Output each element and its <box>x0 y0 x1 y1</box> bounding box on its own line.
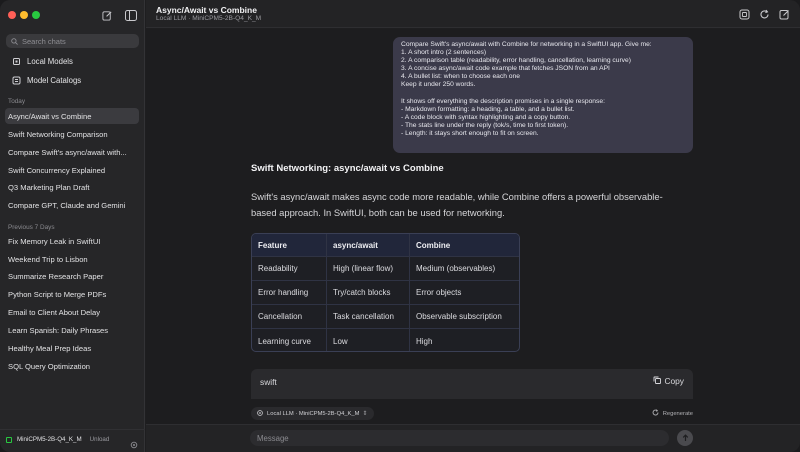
table-cell: Medium (observables) <box>416 264 496 273</box>
user-message-line: 1. A short intro (2 sentences) <box>401 49 487 57</box>
response-heading: Swift Networking: async/await vs Combine <box>251 163 444 174</box>
chat-item[interactable]: Email to Client About Delay <box>5 304 139 320</box>
message-input[interactable] <box>250 430 669 446</box>
unload-button[interactable]: Unload <box>90 436 110 443</box>
chat-item[interactable]: Swift Networking Comparison <box>5 126 139 142</box>
nav-label: Local Models <box>27 57 73 66</box>
chat-title: Async/Await vs Combine <box>156 5 257 15</box>
table-cell: Learning curve <box>252 329 327 351</box>
nav-local-models[interactable]: Local Models <box>12 57 73 66</box>
table-header-row: Feature async/await Combine <box>252 234 519 257</box>
table-cell: High (linear flow) <box>327 257 410 280</box>
model-selector[interactable]: Local LLM · MiniCPM5-2B-Q4_K_M ⇕ <box>251 407 374 420</box>
gear-icon[interactable] <box>130 436 138 452</box>
model-status-bar: MiniCPM5-2B-Q4_K_M Unload <box>0 429 145 449</box>
user-message-line: 2. A comparison table (readability, erro… <box>401 57 631 65</box>
app-window: Search chats Local Models Model Catalogs… <box>0 0 800 452</box>
user-message-line: It shows off everything the description … <box>401 97 605 105</box>
composer-bar <box>146 424 800 452</box>
chat-item[interactable]: Fix Memory Leak in SwiftUI <box>5 233 139 249</box>
section-label-today: Today <box>8 98 26 105</box>
chat-item[interactable]: Healthy Meal Prep Ideas <box>5 340 139 356</box>
table-cell: Observable subscription <box>416 312 502 321</box>
chat-item[interactable]: Async/Await vs Combine <box>5 108 139 124</box>
section-label-previous-7-days: Previous 7 Days <box>8 224 55 231</box>
chip-icon <box>12 57 21 66</box>
user-message-line: 3. A concise async/await code example th… <box>401 65 610 73</box>
copy-label: Copy <box>664 376 684 386</box>
chat-item[interactable]: Compare GPT, Claude and Gemini <box>5 197 139 213</box>
sidebar: Search chats Local Models Model Catalogs… <box>0 0 145 452</box>
table-row: Error handling Try/catch blocks Error ob… <box>252 281 519 305</box>
regenerate-label: Regenerate <box>662 410 693 417</box>
code-block: swift Copy <box>251 369 693 399</box>
search-icon <box>11 32 18 50</box>
chat-item[interactable]: SQL Query Optimization <box>5 358 139 374</box>
chat-header: Async/Await vs Combine Local LLM · MiniC… <box>146 0 800 28</box>
chat-item[interactable]: Compare Swift's async/await with... <box>5 144 139 160</box>
table-cell: Error handling <box>252 281 327 304</box>
chevron-updown-icon: ⇕ <box>362 411 368 417</box>
search-box[interactable]: Search chats <box>6 34 139 48</box>
table-cell: Readability <box>252 257 327 280</box>
table-row: Readability High (linear flow) Medium (o… <box>252 257 519 281</box>
compose-icon[interactable] <box>778 8 790 20</box>
refresh-icon[interactable] <box>758 8 770 20</box>
arrow-up-icon <box>682 434 688 441</box>
table-cell: Try/catch blocks <box>327 281 410 304</box>
user-message-line: - A code block with syntax highlighting … <box>401 113 571 121</box>
chat-item[interactable]: Summarize Research Paper <box>5 268 139 284</box>
nav-model-catalogs[interactable]: Model Catalogs <box>12 76 81 85</box>
user-message-line: - The stats line under the reply (tok/s,… <box>401 121 569 129</box>
chat-item[interactable]: Swift Concurrency Explained <box>5 162 139 178</box>
loaded-model-name: MiniCPM5-2B-Q4_K_M <box>17 436 82 443</box>
table-cell: Low <box>327 329 410 351</box>
nav-label: Model Catalogs <box>27 76 82 85</box>
user-message-line: - Markdown formatting: a heading, a tabl… <box>401 105 575 113</box>
user-message-line: - Length: it stays short enough to fit o… <box>401 130 539 138</box>
close-window-button[interactable] <box>8 11 16 19</box>
comparison-table: Feature async/await Combine Readability … <box>251 233 520 352</box>
table-header-cell: Combine <box>416 240 451 250</box>
table-cell: Error objects <box>416 288 462 297</box>
zoom-window-button[interactable] <box>32 11 40 19</box>
table-cell: Task cancellation <box>327 305 410 328</box>
copy-button[interactable]: Copy <box>653 376 684 386</box>
regenerate-button[interactable]: Regenerate <box>652 409 693 418</box>
send-button[interactable] <box>677 430 693 446</box>
table-cell: High <box>416 336 433 346</box>
table-header-cell: async/await <box>327 234 410 256</box>
regenerate-icon <box>652 409 659 418</box>
response-meta-bar: Local LLM · MiniCPM5-2B-Q4_K_M ⇕ Regener… <box>251 407 693 421</box>
table-row: Learning curve Low High <box>252 329 519 351</box>
chat-item[interactable]: Q3 Marketing Plan Draft <box>5 179 139 195</box>
search-input[interactable]: Search chats <box>22 37 66 46</box>
copy-icon <box>653 376 662 386</box>
model-status-icon <box>6 436 12 443</box>
user-message-line: 4. A bullet list: when to choose each on… <box>401 73 520 81</box>
chat-item[interactable]: Weekend Trip to Lisbon <box>5 251 139 267</box>
new-chat-icon[interactable] <box>100 8 114 22</box>
conversation-area: Compare Swift's async/await with Combine… <box>146 29 800 424</box>
code-language-label: swift <box>260 377 277 387</box>
table-header-cell: Feature <box>252 234 327 256</box>
chip-settings-icon[interactable] <box>738 8 750 20</box>
user-message-line: Keep it under 250 words. <box>401 81 476 89</box>
minimize-window-button[interactable] <box>20 11 28 19</box>
chat-item[interactable]: Python Script to Merge PDFs <box>5 286 139 302</box>
response-intro: Swift's async/await makes async code mor… <box>251 191 663 218</box>
catalog-icon <box>12 76 21 85</box>
chip-icon <box>257 409 263 418</box>
table-row: Cancellation Task cancellation Observabl… <box>252 305 519 329</box>
table-cell: Cancellation <box>252 305 327 328</box>
user-message-bubble: Compare Swift's async/await with Combine… <box>393 37 693 153</box>
model-selector-label: Local LLM · MiniCPM5-2B-Q4_K_M <box>267 410 360 417</box>
chat-subtitle: Local LLM · MiniCPM5-2B-Q4_K_M <box>156 15 262 22</box>
toggle-sidebar-icon[interactable] <box>124 8 138 22</box>
chat-item[interactable]: Learn Spanish: Daily Phrases <box>5 322 139 338</box>
user-message-line: Compare Swift's async/await with Combine… <box>401 41 652 48</box>
